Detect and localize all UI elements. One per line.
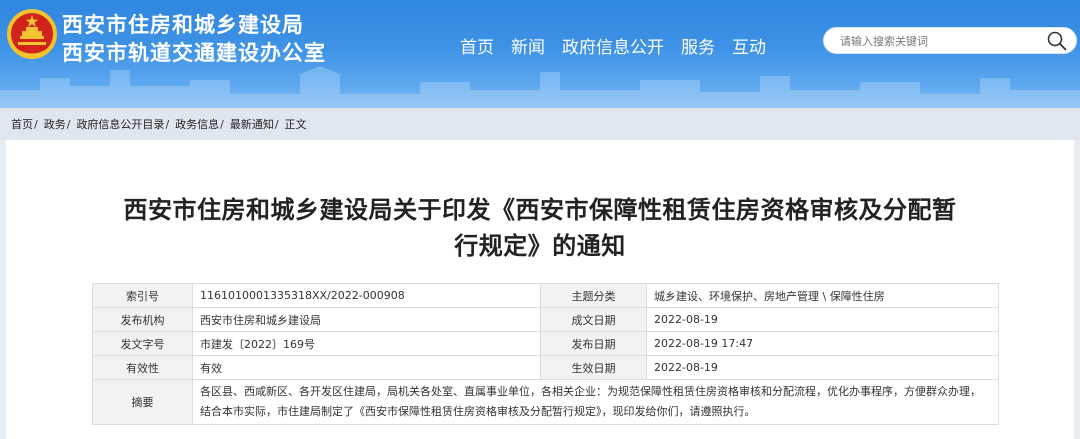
published-date-value: 2022-08-19 17:47 — [646, 331, 999, 356]
issuer-label: 发布机构 — [92, 307, 193, 332]
effective-date-value: 2022-08-19 — [646, 355, 999, 380]
abstract-value: 各区县、西咸新区、各开发区住建局，局机关各处室、直属事业单位，各相关企业：为规范… — [192, 379, 999, 425]
breadcrumb-current: 正文 — [284, 118, 307, 131]
index-value: 1161010001335318XX/2022-000908 — [192, 283, 541, 308]
abstract-label: 摘要 — [92, 379, 193, 425]
breadcrumb-separator: / — [66, 117, 71, 131]
article-title-line1: 西安市住房和城乡建设局关于印发《西安市保障性租赁住房资格审核及分配暂 — [123, 196, 957, 224]
published-date-label: 发布日期 — [540, 331, 647, 356]
doc-number-label: 发文字号 — [92, 331, 193, 356]
issuer-value: 西安市住房和城乡建设局 — [192, 307, 541, 332]
main-nav: 首页 新闻 政府信息公开 服务 互动 — [460, 33, 783, 58]
validity-label: 有效性 — [92, 355, 193, 380]
site-header: 西安市住房和城乡建设局 西安市轨道交通建设办公室 首页 新闻 政府信息公开 服务… — [0, 0, 1080, 108]
article-title: 西安市住房和城乡建设局关于印发《西安市保障性租赁住房资格审核及分配暂 行规定》的… — [6, 192, 1074, 264]
validity-value: 有效 — [192, 355, 541, 380]
breadcrumb-separator: / — [274, 117, 279, 131]
search-box — [823, 27, 1077, 54]
nav-item-news[interactable]: 新闻 — [511, 33, 545, 58]
breadcrumb-separator: / — [34, 117, 38, 131]
breadcrumb-gov-info-catalog[interactable]: 政府信息公开目录 — [76, 116, 164, 132]
article-title-line2: 行规定》的通知 — [454, 232, 626, 260]
topic-value: 城乡建设、环境保护、房地产管理 \ 保障性住房 — [646, 283, 999, 308]
index-label: 索引号 — [92, 283, 193, 308]
document-info-table: 索引号 1161010001335318XX/2022-000908 主题分类 … — [92, 283, 999, 425]
table-row: 有效性 有效 生效日期 2022-08-19 — [92, 355, 999, 380]
breadcrumb-affairs-info[interactable]: 政务信息 — [175, 116, 219, 132]
created-date-label: 成文日期 — [540, 307, 647, 332]
article-card: 西安市住房和城乡建设局关于印发《西安市保障性租赁住房资格审核及分配暂 行规定》的… — [6, 140, 1074, 439]
table-row: 发文字号 市建发〔2022〕169号 发布日期 2022-08-19 17:47 — [92, 331, 999, 356]
nav-item-services[interactable]: 服务 — [681, 33, 715, 58]
national-emblem-icon — [7, 9, 57, 59]
nav-item-home[interactable]: 首页 — [460, 33, 494, 58]
org-name-secondary: 西安市轨道交通建设办公室 — [62, 41, 326, 65]
breadcrumb-separator: / — [165, 117, 170, 131]
breadcrumb: 首页 / 政务 / 政府信息公开目录 / 政务信息 / 最新通知 / 正文 — [0, 108, 1080, 140]
table-row: 发布机构 西安市住房和城乡建设局 成文日期 2022-08-19 — [92, 307, 999, 332]
breadcrumb-affairs[interactable]: 政务 — [44, 116, 66, 132]
nav-item-interaction[interactable]: 互动 — [732, 33, 766, 58]
topic-label: 主题分类 — [540, 283, 647, 308]
breadcrumb-latest-notices[interactable]: 最新通知 — [230, 116, 274, 132]
nav-item-gov-info[interactable]: 政府信息公开 — [562, 33, 664, 58]
search-icon[interactable] — [1046, 30, 1068, 52]
effective-date-label: 生效日期 — [540, 355, 647, 380]
created-date-value: 2022-08-19 — [646, 307, 999, 332]
doc-number-value: 市建发〔2022〕169号 — [192, 331, 541, 356]
search-input[interactable] — [840, 32, 1030, 50]
city-skyline-decoration — [0, 66, 1080, 108]
table-row: 索引号 1161010001335318XX/2022-000908 主题分类 … — [92, 283, 999, 308]
breadcrumb-separator: / — [220, 117, 224, 131]
org-name-primary: 西安市住房和城乡建设局 — [62, 13, 304, 37]
table-row: 摘要 各区县、西咸新区、各开发区住建局，局机关各处室、直属事业单位，各相关企业：… — [92, 379, 999, 425]
breadcrumb-home[interactable]: 首页 — [11, 116, 33, 132]
